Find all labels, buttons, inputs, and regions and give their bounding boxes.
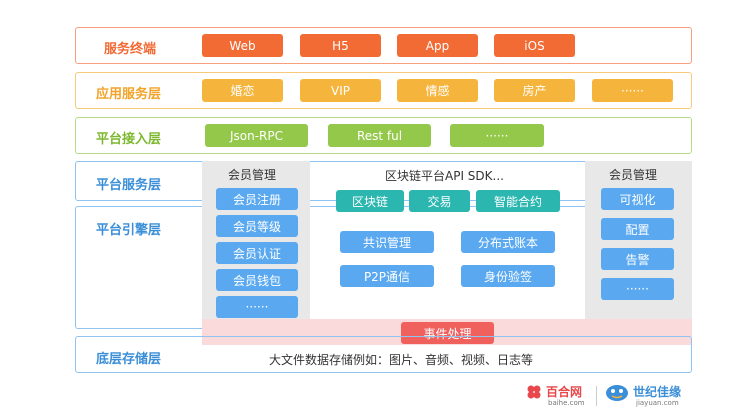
access-json-rpc[interactable]: Json-RPC [205,124,308,147]
member-register[interactable]: 会员注册 [216,188,298,210]
platform-service-layer-label: 平台服务层 [96,178,162,193]
center-panel-title: 区块链平台API SDK... [385,169,504,183]
alarm-chip[interactable]: 告警 [601,248,674,270]
access-layer-label: 平台接入层 [96,132,162,147]
terminal-ios[interactable]: iOS [494,34,575,57]
left-panel-title: 会员管理 [228,168,277,182]
access-more[interactable]: ······ [450,124,544,147]
right-more-chip[interactable]: ······ [601,278,674,300]
app-service-vip[interactable]: VIP [300,79,381,102]
blockchain-chip[interactable]: 区块链 [336,190,404,212]
logo-divider [596,386,597,406]
member-level[interactable]: 会员等级 [216,215,298,237]
jiayuan-logo-sub: jiayuan.com [636,399,679,407]
right-panel-title: 会员管理 [609,168,658,182]
app-service-layer-label: 应用服务层 [96,87,162,102]
baihe-flower-icon [526,384,542,400]
right-panel [585,161,692,331]
jiayuan-logo: 世纪佳缘 [633,385,682,399]
member-wallet[interactable]: 会员钱包 [216,269,298,291]
storage-layer-label: 底层存储层 [96,352,162,367]
terminal-h5[interactable]: H5 [300,34,381,57]
transaction-chip[interactable]: 交易 [409,190,470,212]
baihe-logo: 百合网 [546,385,583,399]
terminal-layer [75,27,692,64]
consensus-chip[interactable]: 共识管理 [340,231,434,253]
baihe-logo-sub: baihe.com [548,399,585,407]
p2p-chip[interactable]: P2P通信 [340,265,434,287]
engine-layer-label: 平台引擎层 [96,223,162,238]
member-auth[interactable]: 会员认证 [216,242,298,264]
jiayuan-mascot-icon [604,382,630,402]
terminal-app[interactable]: App [397,34,478,57]
member-more[interactable]: ······ [216,296,298,318]
app-service-emotion[interactable]: 情感 [397,79,478,102]
terminal-web[interactable]: Web [202,34,283,57]
config-chip[interactable]: 配置 [601,218,674,240]
app-service-more[interactable]: ······ [592,79,673,102]
storage-description: 大文件数据存储例如：图片、音频、视频、日志等 [269,353,534,367]
terminal-layer-label: 服务终端 [104,42,157,57]
app-service-marriage[interactable]: 婚恋 [202,79,283,102]
visualize-chip[interactable]: 可视化 [601,188,674,210]
access-restful[interactable]: Rest ful [328,124,431,147]
app-service-realestate[interactable]: 房产 [494,79,575,102]
smart-contract-chip[interactable]: 智能合约 [476,190,560,212]
ledger-chip[interactable]: 分布式账本 [461,231,555,253]
identity-chip[interactable]: 身份验签 [461,265,555,287]
